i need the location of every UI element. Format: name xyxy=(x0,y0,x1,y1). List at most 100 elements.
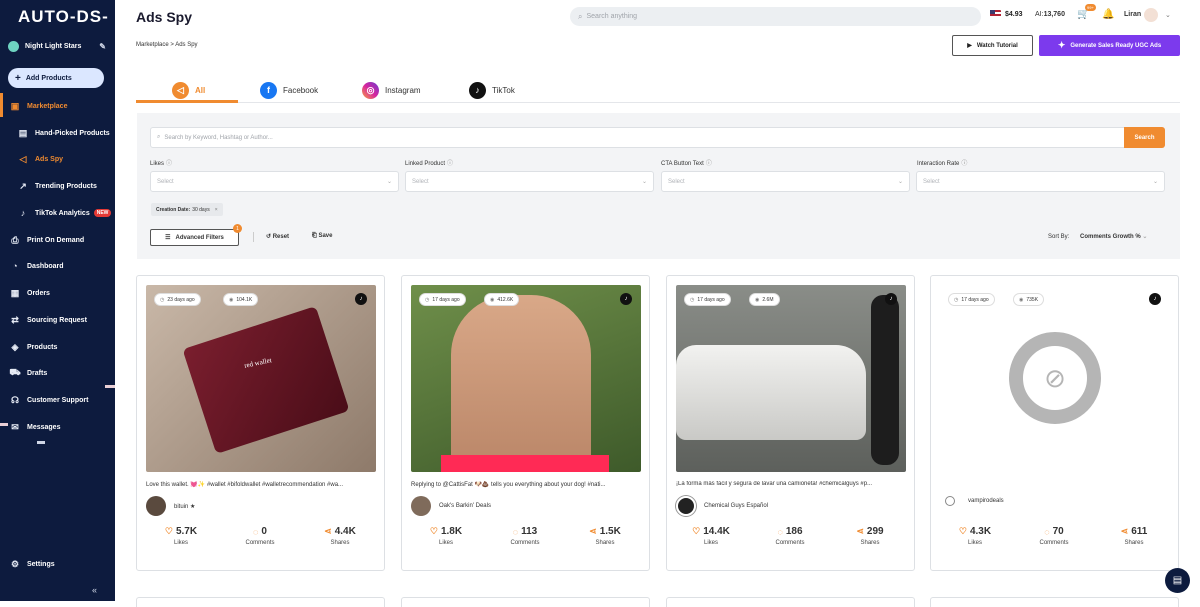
ad-thumbnail[interactable] xyxy=(411,285,641,472)
ad-card[interactable]: ◷ 17 days ago ◉ 2.6M ♪ ¡La forma más fácil… xyxy=(666,275,915,571)
ad-card-next[interactable] xyxy=(930,597,1179,607)
chevron-down-icon[interactable]: ⌄ xyxy=(1165,11,1171,19)
sidebar-item-label: Dashboard xyxy=(27,262,64,270)
chevron-down-icon: ⌄ xyxy=(1152,179,1158,185)
shares-label: Shares xyxy=(330,540,350,546)
ad-author[interactable]: Oak's Barkin' Deals xyxy=(411,496,491,516)
ad-card[interactable]: red wallet ◷ 23 days ago ◉ 104.1K ♪ Love t… xyxy=(136,275,385,571)
chevron-down-icon: ⌄ xyxy=(1142,234,1148,240)
search-placeholder: Search by Keyword, Hashtag or Author... xyxy=(164,134,273,141)
orders-icon: ▦ xyxy=(10,287,20,298)
info-icon[interactable]: ⓘ xyxy=(447,161,453,167)
cta-select[interactable]: Select ⌄ xyxy=(661,171,910,192)
comment-icon: ◌ xyxy=(253,526,259,537)
keyword-search-input[interactable]: ⌕ Search by Keyword, Hashtag or Author..… xyxy=(150,127,1125,148)
breadcrumb[interactable]: Marketplace > Ads Spy xyxy=(136,42,198,48)
likes-label: Likes xyxy=(967,540,982,546)
chevron-down-icon: ⌄ xyxy=(386,179,392,185)
ad-card-next[interactable] xyxy=(136,597,385,607)
no-image-icon: ⊘ xyxy=(1009,332,1101,424)
save-button[interactable]: ⎗ Save xyxy=(312,233,332,240)
sidebar-item-marketplace[interactable]: ▣ Marketplace xyxy=(0,95,115,117)
views-pill: ◉ 2.6M xyxy=(749,293,780,306)
bell-icon[interactable]: 🔔 xyxy=(1102,9,1114,20)
sidebar-item-products[interactable]: ◈ Products xyxy=(0,336,115,358)
advanced-filters-button[interactable]: ☰ Advanced Filters xyxy=(150,229,239,246)
ad-thumbnail[interactable] xyxy=(676,285,906,472)
info-icon[interactable]: ⓘ xyxy=(961,161,967,167)
sidebar-item-print-on-demand[interactable]: ⎙ Print On Demand xyxy=(0,229,115,251)
info-icon[interactable]: ⓘ xyxy=(706,161,712,167)
ai-credits[interactable]: AI:13,760 xyxy=(1035,11,1065,18)
sidebar-item-hand-picked[interactable]: ▤ Hand-Picked Products xyxy=(0,122,115,144)
ad-card[interactable]: ◷ 17 days ago ◉ 412.6K ♪ Replying to @Catt… xyxy=(401,275,650,571)
tab-label: All xyxy=(195,85,206,95)
sidebar-item-sourcing[interactable]: ⇄ Sourcing Request xyxy=(0,309,115,331)
products-icon: ◈ xyxy=(11,341,19,352)
edit-icon[interactable]: ✎ xyxy=(99,42,106,51)
views-text: 104.1K xyxy=(236,296,253,303)
add-products-button[interactable]: + Add Products xyxy=(8,68,104,88)
megaphone-icon: ◁ xyxy=(172,81,189,99)
watch-tutorial-button[interactable]: ▶ Watch Tutorial xyxy=(952,35,1033,56)
shares-stat: ⋖ 4.4K Shares xyxy=(310,526,370,546)
store-selector[interactable]: Night Light Stars ✎ xyxy=(8,39,106,53)
sidebar-item-customer-support[interactable]: ☊ Customer Support xyxy=(0,389,115,411)
box-icon: ▤ xyxy=(18,127,28,138)
likes-value: 4.3K xyxy=(969,526,992,537)
ad-author[interactable]: bituin ★ xyxy=(146,496,195,516)
user-name[interactable]: Liran xyxy=(1124,11,1141,18)
ad-caption: Replying to @CattisFat 🐶💩 tells you ever… xyxy=(411,482,606,488)
tiktok-icon: ♪ xyxy=(620,293,632,305)
likes-label: Likes xyxy=(438,540,453,546)
chip-key: Creation Date: xyxy=(156,206,191,213)
tab-tiktok[interactable]: ♪ TikTok xyxy=(469,77,515,103)
shares-stat: ⋖ 1.5K Shares xyxy=(575,526,635,546)
ad-author[interactable]: vampirodeals xyxy=(940,496,1004,506)
tab-facebook[interactable]: f Facebook xyxy=(260,77,318,103)
platform-tabs: ◁ All f Facebook ◎ Instagram ♪ TikTok xyxy=(136,73,1180,103)
interaction-rate-select[interactable]: Select ⌄ xyxy=(916,171,1165,192)
heart-icon: ♡ xyxy=(692,526,701,536)
sidebar-item-orders[interactable]: ▦ Orders xyxy=(0,282,115,304)
ad-thumbnail[interactable]: ⊘ xyxy=(940,285,1170,472)
person-image xyxy=(451,295,591,472)
reset-button[interactable]: ↺ Reset xyxy=(266,233,289,240)
sourcing-icon: ⇄ xyxy=(11,314,19,325)
creation-date-chip[interactable]: Creation Date: 30 days × xyxy=(151,203,223,216)
ad-author[interactable]: Chemical Guys Español xyxy=(676,496,768,516)
ad-card-next[interactable] xyxy=(401,597,650,607)
likes-select[interactable]: Select ⌄ xyxy=(150,171,399,192)
sort-select[interactable]: Comments Growth % ⌄ xyxy=(1080,233,1147,240)
tab-instagram[interactable]: ◎ Instagram xyxy=(362,77,421,103)
advanced-filters-count: 1 xyxy=(233,224,242,233)
sidebar-item-drafts[interactable]: ⛟ Drafts xyxy=(0,362,115,384)
global-search-input[interactable]: ⌕ Search anything xyxy=(570,7,981,26)
autods-logo[interactable]: AUTO-DS- xyxy=(18,7,109,27)
facebook-icon: f xyxy=(260,81,277,99)
avatar[interactable] xyxy=(1144,8,1158,22)
wallet-image xyxy=(182,306,350,454)
sidebar-item-messages[interactable]: ✉ Messages xyxy=(0,416,115,438)
chevron-down-icon: ⌄ xyxy=(641,179,647,185)
sidebar-item-tiktok-analytics[interactable]: ♪ TikTok Analytics NEW xyxy=(0,202,115,224)
linked-product-select[interactable]: Select ⌄ xyxy=(405,171,654,192)
sidebar-item-dashboard[interactable]: ◔ Dashboard xyxy=(0,255,115,277)
collapse-sidebar-icon[interactable]: « xyxy=(92,585,97,595)
chat-icon[interactable]: ▤ xyxy=(1165,568,1190,593)
info-icon[interactable]: ⓘ xyxy=(166,161,172,167)
sidebar-item-ads-spy[interactable]: ◁ Ads Spy xyxy=(0,148,115,170)
comments-value: 70 xyxy=(1052,526,1064,537)
search-button[interactable]: Search xyxy=(1124,127,1165,148)
sidebar-item-trending[interactable]: ↗ Trending Products xyxy=(0,175,115,197)
close-icon[interactable]: × xyxy=(215,207,218,213)
shares-value: 4.4K xyxy=(334,526,356,537)
sidebar-item-settings[interactable]: ⚙ Settings xyxy=(0,553,115,575)
balance[interactable]: $4.93 xyxy=(990,10,1023,18)
ad-card[interactable]: ⊘ ◷ 17 days ago ◉ 735K ♪ vampirodeals ♡ 4.3… xyxy=(930,275,1179,571)
shares-value: 611 xyxy=(1131,526,1148,537)
ad-card-next[interactable] xyxy=(666,597,915,607)
comments-value: 0 xyxy=(261,526,267,537)
ad-thumbnail[interactable]: red wallet xyxy=(146,285,376,472)
generate-ugc-button[interactable]: ✦ Generate Sales Ready UGC Ads xyxy=(1039,35,1180,56)
